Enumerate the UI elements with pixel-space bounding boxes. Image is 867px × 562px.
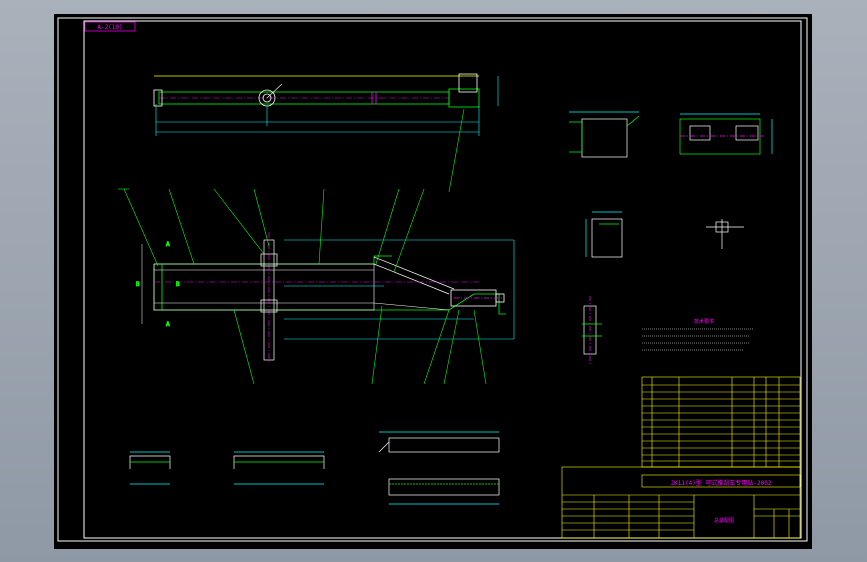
drawing-sheet[interactable]: A-2(10) B A A B 技术要求 JK11(4)型 可式推刮车专用钻-2…	[54, 14, 812, 549]
section-label: 总装配图	[714, 517, 734, 524]
model-title: JK11(4)型 可式推刮车专用钻-2002	[671, 479, 772, 487]
svg-text:A: A	[166, 321, 170, 328]
drawing-tag: A-2(10)	[97, 24, 122, 31]
inner-frame	[83, 20, 802, 539]
title-block	[561, 466, 801, 539]
notes-heading: 技术要求	[694, 318, 714, 325]
parts-list	[641, 376, 801, 468]
svg-text:B: B	[176, 281, 180, 288]
main-view: B A A B	[118, 188, 515, 385]
section-views	[569, 111, 773, 364]
cad-viewport: A-2(10) B A A B 技术要求 JK11(4)型 可式推刮车专用钻-2…	[0, 0, 867, 562]
bottom-views	[129, 431, 500, 505]
technical-notes	[642, 328, 754, 351]
outer-frame	[57, 17, 808, 542]
top-view	[153, 73, 499, 193]
svg-text:A: A	[166, 241, 170, 248]
svg-text:B: B	[136, 281, 140, 288]
cad-drawing: A-2(10) B A A B 技术要求 JK11(4)型 可式推刮车专用钻-2…	[57, 17, 808, 542]
